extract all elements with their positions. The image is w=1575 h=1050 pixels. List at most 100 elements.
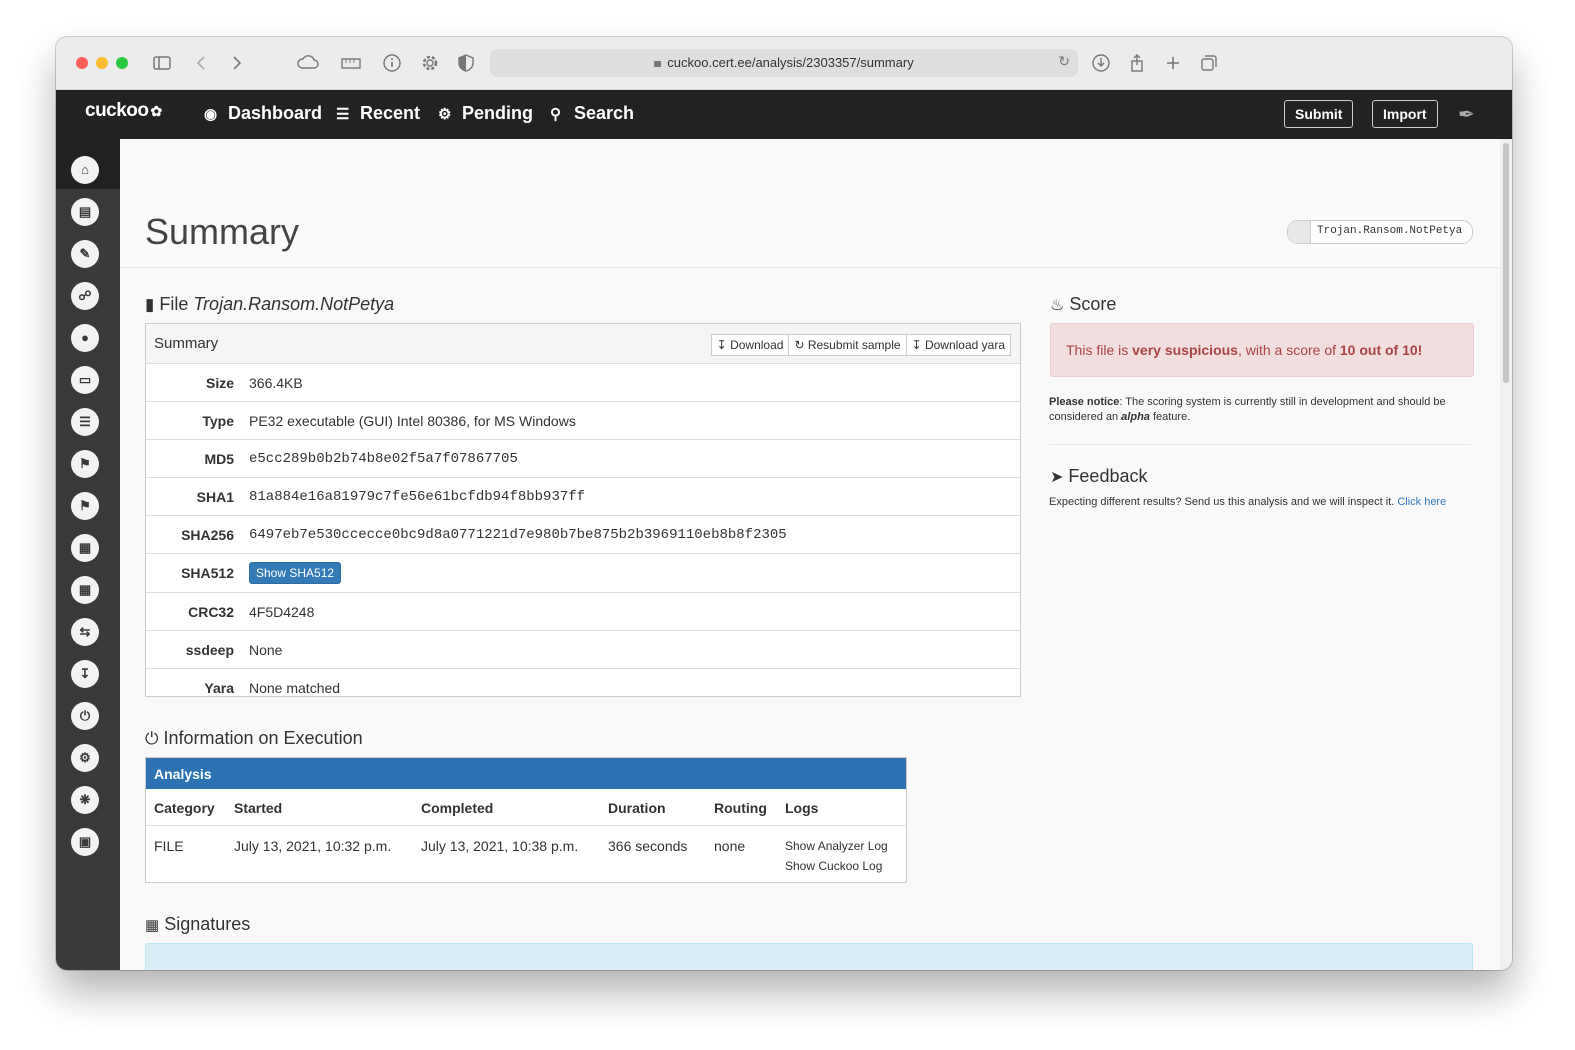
download-icon-small: ↧ bbox=[716, 338, 727, 352]
download-button[interactable]: ↧ Download bbox=[710, 334, 790, 356]
info-icon[interactable] bbox=[382, 53, 402, 73]
sidebar: ⌂ ▤ ✎ ☍ ● ▭ ☰ ⚑ ⚑ ▦ ▦ ⇆ ↧ ⏻ ⚙ ❋ ▣ bbox=[56, 139, 120, 970]
cell-started: July 13, 2021, 10:32 p.m. bbox=[234, 838, 392, 854]
col-logs: Logs bbox=[785, 800, 819, 816]
download-icon[interactable] bbox=[1091, 53, 1111, 73]
show-analyzer-log-link[interactable]: Show Analyzer Log bbox=[785, 839, 888, 853]
bug-icon[interactable]: ❋ bbox=[71, 786, 99, 814]
sidebar-toggle-icon[interactable] bbox=[152, 53, 172, 73]
row-type: Type PE32 executable (GUI) Intel 80386, f… bbox=[146, 402, 1020, 440]
cuckoo-logo[interactable]: cuckoo ✿ bbox=[85, 100, 162, 122]
cell-duration: 366 seconds bbox=[608, 838, 688, 854]
panel-heading: Summary ↧ Download ↻ Resubmit sample ↧ D… bbox=[146, 324, 1020, 364]
settings-gear-icon[interactable] bbox=[420, 53, 440, 73]
back-icon[interactable] bbox=[192, 53, 212, 73]
cogs-alt-icon[interactable]: ⚙ bbox=[71, 744, 99, 772]
resubmit-button[interactable]: ↻ Resubmit sample bbox=[788, 334, 907, 356]
family-tag: Trojan.Ransom.NotPetya bbox=[1287, 220, 1473, 244]
col-started: Started bbox=[234, 800, 283, 816]
forward-icon[interactable] bbox=[226, 53, 246, 73]
nav-recent[interactable]: ☰ Recent bbox=[336, 103, 420, 124]
row-sha1: SHA1 81a884e16a81979c7fe56e61bcfdb94f8bb9… bbox=[146, 478, 1020, 516]
cogs-icon: ⚙ bbox=[438, 106, 452, 123]
table-divider bbox=[146, 825, 906, 826]
show-sha512-button[interactable]: Show SHA512 bbox=[249, 562, 342, 584]
power-icon[interactable]: ⏻ bbox=[71, 702, 99, 730]
file-icon bbox=[1288, 221, 1311, 243]
row-sha256: SHA256 6497eb7e530ccecce0bc9d8a0771221d7e… bbox=[146, 516, 1020, 554]
share-icon[interactable] bbox=[1127, 53, 1147, 73]
qrcode-icon[interactable]: ▦ bbox=[71, 534, 99, 562]
qrcode-alt-icon[interactable]: ▦ bbox=[71, 576, 99, 604]
col-category: Category bbox=[154, 800, 215, 816]
download-icon-small-2: ↧ bbox=[911, 338, 922, 352]
globe-icon[interactable]: ● bbox=[71, 324, 99, 352]
cell-completed: July 13, 2021, 10:38 p.m. bbox=[421, 838, 579, 854]
code-file-icon[interactable]: ▭ bbox=[71, 366, 99, 394]
analysis-panel-heading: Analysis bbox=[146, 758, 906, 789]
shuffle-icon[interactable]: ⇆ bbox=[71, 618, 99, 646]
dashboard-icon: ◉ bbox=[204, 106, 218, 123]
row-ssdeep: ssdeep None bbox=[146, 631, 1020, 669]
signature-alert bbox=[145, 943, 1473, 970]
row-crc32: CRC32 4F5D4248 bbox=[146, 593, 1020, 631]
home-icon[interactable]: ⌂ bbox=[71, 156, 99, 184]
flag-alt-icon[interactable]: ⚑ bbox=[71, 492, 99, 520]
show-cuckoo-log-link[interactable]: Show Cuckoo Log bbox=[785, 859, 882, 873]
cell-routing: none bbox=[714, 838, 746, 854]
ruler-icon[interactable] bbox=[340, 53, 361, 73]
analysis-panel: Analysis Category Started Completed Dura… bbox=[145, 757, 907, 883]
row-yara: Yara None matched bbox=[204, 680, 341, 696]
reload-icon[interactable]: ↻ bbox=[1058, 53, 1070, 70]
download-yara-button[interactable]: ↧ Download yara bbox=[905, 334, 1011, 356]
flag-icon[interactable]: ⚑ bbox=[71, 450, 99, 478]
file-actions: ↧ Download ↻ Resubmit sample ↧ Download … bbox=[710, 334, 1011, 356]
nav-dashboard[interactable]: ◉ Dashboard bbox=[204, 103, 322, 124]
cloud-icon[interactable] bbox=[297, 53, 319, 73]
minimize-window-button[interactable] bbox=[96, 57, 108, 69]
signatures-heading: ▦ Signatures bbox=[145, 914, 251, 934]
browser-toolbar: cuckoo.cert.ee/analysis/2303357/summary … bbox=[56, 37, 1512, 90]
tab-overview-icon[interactable] bbox=[1199, 53, 1219, 73]
bird-icon: ✿ bbox=[150, 103, 163, 119]
address-bar[interactable]: cuckoo.cert.ee/analysis/2303357/summary … bbox=[490, 49, 1078, 77]
qrcode-heading-icon: ▦ bbox=[145, 917, 160, 934]
row-md5: MD5 e5cc289b0b2b74b8e02f5a7f07867705 bbox=[146, 440, 1020, 478]
col-duration: Duration bbox=[608, 800, 666, 816]
close-window-button[interactable] bbox=[76, 57, 88, 69]
main-content: Summary Trojan.Ransom.NotPetya ▮ File Tr… bbox=[120, 139, 1500, 970]
paper-plane-icon: ➤ bbox=[1050, 469, 1064, 486]
new-tab-icon[interactable] bbox=[1163, 53, 1183, 73]
refresh-icon: ↻ bbox=[794, 338, 805, 352]
page-scrollbar[interactable] bbox=[1500, 139, 1512, 970]
score-notice: Please notice: The scoring system is cur… bbox=[1049, 396, 1446, 423]
shield-icon[interactable] bbox=[456, 53, 476, 73]
pencil-icon[interactable]: ✎ bbox=[71, 240, 99, 268]
maximize-window-button[interactable] bbox=[116, 57, 128, 69]
browser-window: cuckoo.cert.ee/analysis/2303357/summary … bbox=[56, 37, 1512, 970]
download-tray-icon[interactable]: ↧ bbox=[71, 660, 99, 688]
file-summary-panel: Summary ↧ Download ↻ Resubmit sample ↧ D… bbox=[145, 323, 1021, 697]
submit-button[interactable]: Submit bbox=[1284, 100, 1354, 128]
feedback-heading: ➤ Feedback bbox=[1050, 466, 1148, 486]
score-heading: ♨ Score bbox=[1050, 294, 1117, 314]
row-size: Size 366.4KB bbox=[146, 364, 1020, 402]
scrollbar-thumb[interactable] bbox=[1503, 143, 1509, 383]
col-completed: Completed bbox=[421, 800, 494, 816]
search-icon: ⚲ bbox=[550, 106, 561, 123]
cell-category: FILE bbox=[154, 838, 184, 854]
execution-heading: ⏻ Information on Execution bbox=[145, 728, 363, 748]
nav-pending[interactable]: ⚙ Pending bbox=[438, 103, 533, 124]
page-header: Summary Trojan.Ransom.NotPetya bbox=[120, 139, 1500, 268]
theme-brush-icon[interactable]: ✒ bbox=[1458, 102, 1475, 127]
unlock-icon[interactable]: ▣ bbox=[71, 828, 99, 856]
share-alt-icon[interactable]: ☍ bbox=[71, 282, 99, 310]
nav-search[interactable]: ⚲ Search bbox=[550, 103, 634, 124]
file-heading: ▮ File Trojan.Ransom.NotPetya bbox=[145, 294, 395, 314]
server-icon[interactable]: ☰ bbox=[71, 408, 99, 436]
score-alert: This file is very suspicious, with a sco… bbox=[1050, 323, 1474, 377]
list-icon: ☰ bbox=[336, 106, 350, 123]
import-button[interactable]: Import bbox=[1372, 100, 1438, 128]
book-icon[interactable]: ▤ bbox=[71, 198, 99, 226]
feedback-link[interactable]: Click here bbox=[1397, 496, 1446, 508]
